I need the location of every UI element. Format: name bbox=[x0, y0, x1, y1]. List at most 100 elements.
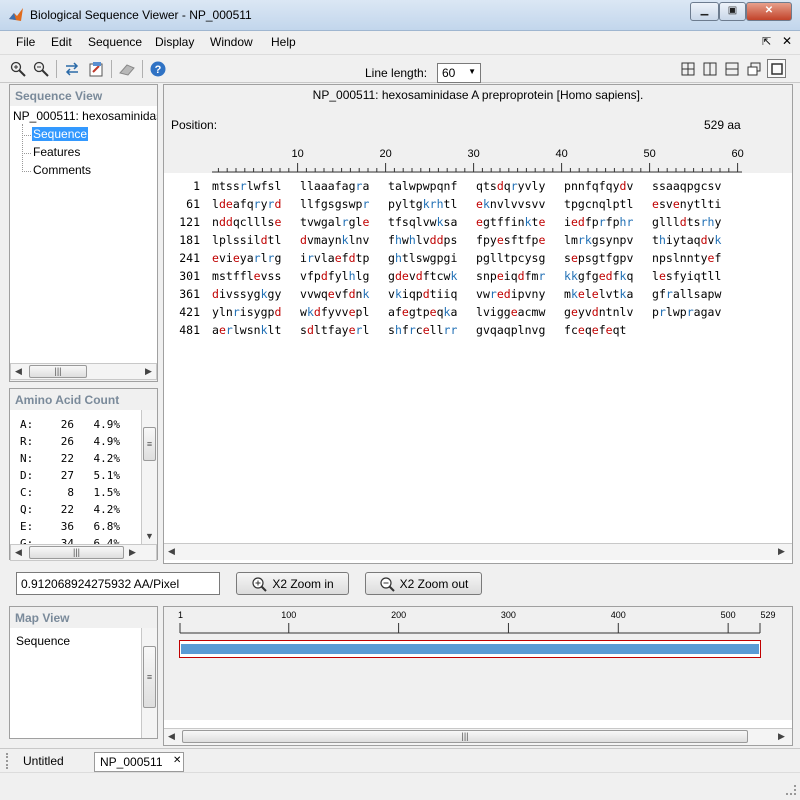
aa-percent: 6.8% bbox=[93, 520, 121, 533]
zoom-out-tool-icon[interactable] bbox=[31, 59, 51, 79]
toolbar-separator bbox=[142, 60, 143, 78]
map-ruler bbox=[179, 623, 761, 634]
sequence-block: gllldtsrhy bbox=[652, 215, 722, 229]
menu-edit[interactable]: Edit bbox=[51, 35, 72, 49]
scroll-left-icon[interactable]: ◀ bbox=[164, 729, 179, 744]
sequence-block: sdltfayerl bbox=[300, 323, 370, 337]
reverse-sequence-icon[interactable] bbox=[62, 59, 82, 79]
zoom-controls: 0.912068924275932 AA/Pixel X2 Zoom in X2… bbox=[0, 567, 800, 603]
export-icon[interactable] bbox=[86, 59, 106, 79]
tree-horizontal-scrollbar[interactable]: ◀ ||| ▶ bbox=[10, 363, 157, 380]
menu-display[interactable]: Display bbox=[155, 35, 194, 49]
sequence-position-number: 301 bbox=[179, 269, 200, 283]
scroll-thumb[interactable]: ||| bbox=[29, 365, 87, 378]
scroll-thumb[interactable]: ≡ bbox=[143, 646, 156, 708]
minimize-button[interactable]: ▁ bbox=[690, 2, 719, 21]
sequence-block: vwredipvny bbox=[476, 287, 546, 301]
menu-file[interactable]: File bbox=[16, 35, 35, 49]
scroll-right-icon[interactable]: ▶ bbox=[774, 544, 789, 559]
sequence-row: 61 ldeafqryrd llfgsgswpr pyltgkrhtl eknvlvvs… bbox=[164, 197, 792, 215]
menu-window[interactable]: Window bbox=[210, 35, 253, 49]
map-ruler-label: 500 bbox=[720, 610, 736, 620]
scroll-right-icon[interactable]: ▶ bbox=[125, 545, 140, 560]
map-ruler-label: 1 bbox=[178, 610, 184, 620]
line-length-select[interactable]: 60 ▼ bbox=[437, 63, 481, 83]
sequence-position-number: 181 bbox=[179, 233, 200, 247]
sequence-row: 481 aerlwsnklt sdltfayerl shfrcellrr gvqaqpl… bbox=[164, 323, 792, 341]
map-spacer bbox=[164, 720, 792, 728]
aa-percent: 4.2% bbox=[93, 503, 121, 516]
aa-count-row: Q: 22 4.2% bbox=[20, 503, 120, 516]
split-vertical-icon[interactable] bbox=[700, 59, 720, 79]
sequence-block: lesfyiqtll bbox=[652, 269, 722, 283]
tab-untitled[interactable]: Untitled bbox=[14, 752, 94, 772]
float-icon[interactable] bbox=[744, 59, 764, 79]
sequence-title: NP_000511: hexosaminidase A preproprotei… bbox=[164, 85, 792, 105]
maximize-pane-icon[interactable] bbox=[767, 59, 786, 78]
sequence-block: qtsdqryvly bbox=[476, 179, 546, 193]
zoom-in-tool-icon[interactable] bbox=[8, 59, 28, 79]
line-length-value: 60 bbox=[442, 66, 456, 80]
scroll-thumb[interactable]: ||| bbox=[29, 546, 124, 559]
scroll-left-icon[interactable]: ◀ bbox=[164, 544, 179, 559]
menu-sequence[interactable]: Sequence bbox=[88, 35, 142, 49]
scroll-right-icon[interactable]: ▶ bbox=[774, 729, 789, 744]
scroll-down-icon[interactable]: ▼ bbox=[142, 528, 157, 543]
maximize-button[interactable]: ▣ bbox=[719, 2, 746, 21]
map-horizontal-scrollbar[interactable]: ◀ ||| ▶ bbox=[164, 728, 792, 745]
tile-icon[interactable] bbox=[678, 59, 698, 79]
sequence-block: ghtlswgpgi bbox=[388, 251, 458, 265]
aa-percent: 5.1% bbox=[93, 469, 121, 482]
aa-vertical-scrollbar[interactable]: ≡ ▼ bbox=[141, 410, 157, 545]
tree-root[interactable]: NP_000511: hexosaminidase bbox=[13, 109, 157, 123]
resize-grip-icon[interactable] bbox=[786, 785, 796, 795]
sequence-row: 121 nddqclllse tvwgalrgle tfsqlvwksa egtffin… bbox=[164, 215, 792, 233]
map-ruler-label: 400 bbox=[610, 610, 626, 620]
tree-item-comments[interactable]: Comments bbox=[33, 163, 91, 177]
ruler-label: 60 bbox=[731, 148, 744, 160]
sequence-position-number: 61 bbox=[186, 197, 200, 211]
scroll-left-icon[interactable]: ◀ bbox=[11, 364, 26, 379]
map-sequence-bar[interactable] bbox=[179, 640, 761, 658]
sequence-row: 181 lplssildtl dvmaynklnv fhwhlvddps fpyesft… bbox=[164, 233, 792, 251]
sequence-block: tfsqlvwksa bbox=[388, 215, 458, 229]
scroll-left-icon[interactable]: ◀ bbox=[11, 545, 26, 560]
position-label: Position: bbox=[171, 118, 218, 132]
aa-horizontal-scrollbar[interactable]: ◀ ||| ▶ bbox=[10, 544, 157, 561]
sequence-horizontal-scrollbar[interactable]: ◀ ▶ bbox=[164, 543, 792, 560]
tree-line bbox=[22, 153, 31, 154]
scroll-right-icon[interactable]: ▶ bbox=[141, 364, 156, 379]
eraser-icon[interactable] bbox=[117, 59, 137, 79]
tab-np000511[interactable]: NP_000511 ✕ bbox=[94, 752, 184, 772]
aa-percent: 4.9% bbox=[93, 418, 121, 431]
sequence-block: fceqefeqt bbox=[564, 323, 627, 337]
split-horizontal-icon[interactable] bbox=[722, 59, 742, 79]
zoom-out-button[interactable]: X2 Zoom out bbox=[365, 572, 482, 595]
ruler-label: 20 bbox=[379, 148, 392, 160]
tree-item-features[interactable]: Features bbox=[33, 145, 80, 159]
help-icon[interactable]: ? bbox=[148, 59, 168, 79]
tree-item-sequence[interactable]: Sequence bbox=[32, 127, 89, 141]
sequence-block: shfrcellrr bbox=[388, 323, 458, 337]
close-doc-icon[interactable]: ✕ bbox=[782, 34, 792, 48]
menu-help[interactable]: Help bbox=[271, 35, 296, 49]
close-tab-icon[interactable]: ✕ bbox=[173, 755, 181, 766]
scroll-thumb[interactable]: ||| bbox=[182, 730, 748, 743]
sequence-block: npslnntyef bbox=[652, 251, 722, 265]
zoom-in-icon bbox=[252, 576, 268, 592]
undock-icon[interactable]: ⇱ bbox=[762, 35, 771, 48]
line-length-label: Line length: bbox=[365, 66, 428, 80]
sequence-ruler: 10 20 30 40 50 60 bbox=[164, 143, 792, 173]
map-vertical-scrollbar[interactable]: ≡ bbox=[141, 628, 157, 738]
aa-count-row: R: 26 4.9% bbox=[20, 435, 120, 448]
aa-letter: D: bbox=[20, 469, 34, 482]
aa-count: 22 bbox=[60, 452, 74, 465]
map-item-sequence[interactable]: Sequence bbox=[16, 634, 70, 648]
zoom-in-label: X2 Zoom in bbox=[272, 576, 334, 591]
zoom-ratio-field[interactable]: 0.912068924275932 AA/Pixel bbox=[16, 572, 220, 595]
scroll-thumb[interactable]: ≡ bbox=[143, 427, 156, 461]
close-button[interactable]: ✕ bbox=[746, 2, 792, 21]
zoom-in-button[interactable]: X2 Zoom in bbox=[236, 572, 349, 595]
sequence-block: lviggeacmw bbox=[476, 305, 546, 319]
aa-count: 27 bbox=[60, 469, 74, 482]
